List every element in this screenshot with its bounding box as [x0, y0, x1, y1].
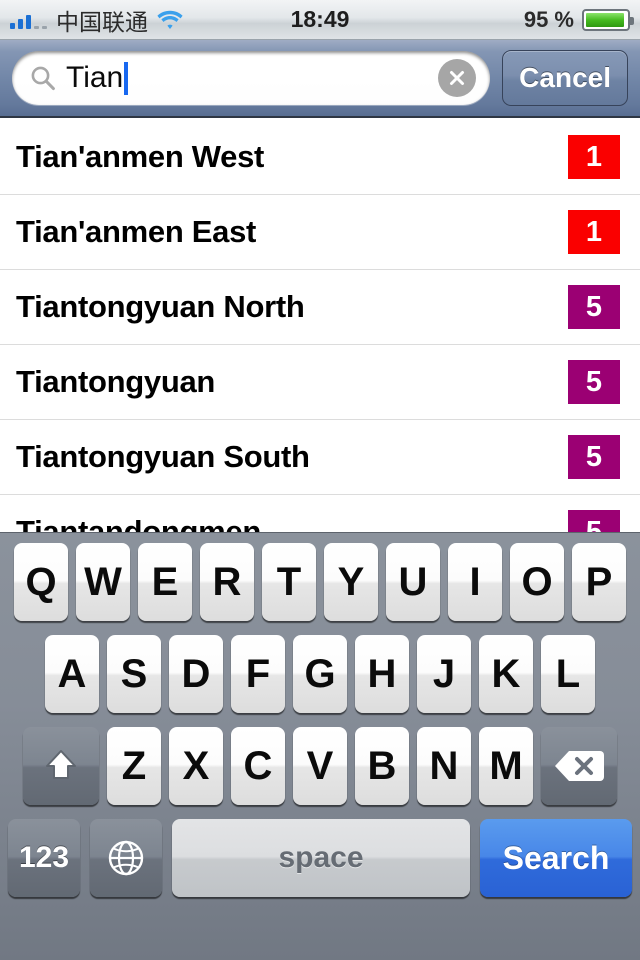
- station-name: Tiantandongmen: [16, 514, 261, 532]
- battery-percent-label: 95 %: [523, 6, 574, 32]
- key-p[interactable]: P: [572, 543, 626, 621]
- key-y[interactable]: Y: [324, 543, 378, 621]
- station-name: Tiantongyuan South: [16, 439, 310, 474]
- line-number-badge: 5: [568, 435, 620, 479]
- keyboard-row-2: ASDFGHJKL: [0, 621, 640, 713]
- globe-key[interactable]: [90, 819, 162, 897]
- key-f[interactable]: F: [231, 635, 285, 713]
- search-results-list[interactable]: Tian'anmen West 1 Tian'anmen East 1 Tiantong…: [0, 120, 640, 532]
- search-key[interactable]: Search: [480, 819, 632, 897]
- key-s[interactable]: S: [107, 635, 161, 713]
- keyboard-row-3-letters: ZXCVBNM: [107, 727, 533, 805]
- key-i[interactable]: I: [448, 543, 502, 621]
- search-bar: Tian Cancel: [0, 40, 640, 118]
- shift-key[interactable]: [23, 727, 99, 805]
- key-x[interactable]: X: [169, 727, 223, 805]
- table-row[interactable]: Tiantongyuan North 5: [0, 270, 640, 345]
- keyboard-row-1: QWERTYUIOP: [0, 533, 640, 621]
- text-cursor: [124, 61, 129, 95]
- key-c[interactable]: C: [231, 727, 285, 805]
- key-r[interactable]: R: [200, 543, 254, 621]
- close-icon: [450, 71, 465, 85]
- key-l[interactable]: L: [541, 635, 595, 713]
- backspace-delete-icon: [555, 751, 604, 781]
- signal-strength-icon: [10, 11, 47, 29]
- table-row[interactable]: Tiantandongmen 5: [0, 495, 640, 532]
- table-row[interactable]: Tiantongyuan South 5: [0, 420, 640, 495]
- table-row[interactable]: Tiantongyuan 5: [0, 345, 640, 420]
- line-number-badge: 1: [568, 135, 620, 179]
- key-t[interactable]: T: [262, 543, 316, 621]
- space-key[interactable]: space: [172, 819, 470, 897]
- key-e[interactable]: E: [138, 543, 192, 621]
- key-g[interactable]: G: [293, 635, 347, 713]
- iphone-screen: 中国联通 18:49 95 % Tian Cancel Tian'anmen W…: [0, 0, 640, 960]
- search-icon: [31, 66, 55, 91]
- station-name: Tiantongyuan North: [16, 289, 305, 324]
- table-row[interactable]: Tian'anmen East 1: [0, 195, 640, 270]
- station-name: Tian'anmen East: [16, 214, 257, 249]
- cancel-button[interactable]: Cancel: [502, 50, 628, 106]
- globe-icon: [108, 840, 144, 876]
- line-number-badge: 1: [568, 210, 620, 254]
- key-v[interactable]: V: [293, 727, 347, 805]
- table-row[interactable]: Tian'anmen West 1: [0, 120, 640, 195]
- clock-label: 18:49: [290, 6, 350, 32]
- wifi-icon: [157, 10, 183, 29]
- line-number-badge: 5: [568, 285, 620, 329]
- line-number-badge: 5: [568, 360, 620, 404]
- status-bar-left: 中国联通: [10, 3, 183, 37]
- key-b[interactable]: B: [355, 727, 409, 805]
- key-u[interactable]: U: [386, 543, 440, 621]
- station-name: Tiantongyuan: [16, 364, 216, 399]
- shift-arrow-icon: [46, 750, 76, 779]
- keyboard-row-4: 123 space Search: [0, 805, 640, 897]
- backspace-key[interactable]: [541, 727, 617, 805]
- key-o[interactable]: O: [510, 543, 564, 621]
- search-input[interactable]: Tian: [12, 51, 491, 105]
- on-screen-keyboard: QWERTYUIOP ASDFGHJKL ZXCVBNM 123 space S…: [0, 532, 640, 960]
- key-h[interactable]: H: [355, 635, 409, 713]
- key-j[interactable]: J: [417, 635, 471, 713]
- station-name: Tian'anmen West: [16, 139, 265, 174]
- key-k[interactable]: K: [479, 635, 533, 713]
- key-d[interactable]: D: [169, 635, 223, 713]
- key-z[interactable]: Z: [107, 727, 161, 805]
- status-bar: 中国联通 18:49 95 %: [0, 0, 640, 40]
- key-q[interactable]: Q: [14, 543, 68, 621]
- battery-fill: [586, 12, 624, 27]
- key-a[interactable]: A: [45, 635, 99, 713]
- numbers-key[interactable]: 123: [8, 819, 80, 897]
- status-bar-right: 95 %: [523, 6, 634, 33]
- clear-search-button[interactable]: [438, 59, 477, 97]
- key-n[interactable]: N: [417, 727, 471, 805]
- battery-icon: [582, 8, 634, 31]
- keyboard-row-3: ZXCVBNM: [0, 713, 640, 805]
- line-number-badge: 5: [568, 510, 620, 532]
- search-input-value: Tian: [66, 61, 124, 94]
- carrier-label: 中国联通: [56, 9, 148, 36]
- key-m[interactable]: M: [479, 727, 533, 805]
- key-w[interactable]: W: [76, 543, 130, 621]
